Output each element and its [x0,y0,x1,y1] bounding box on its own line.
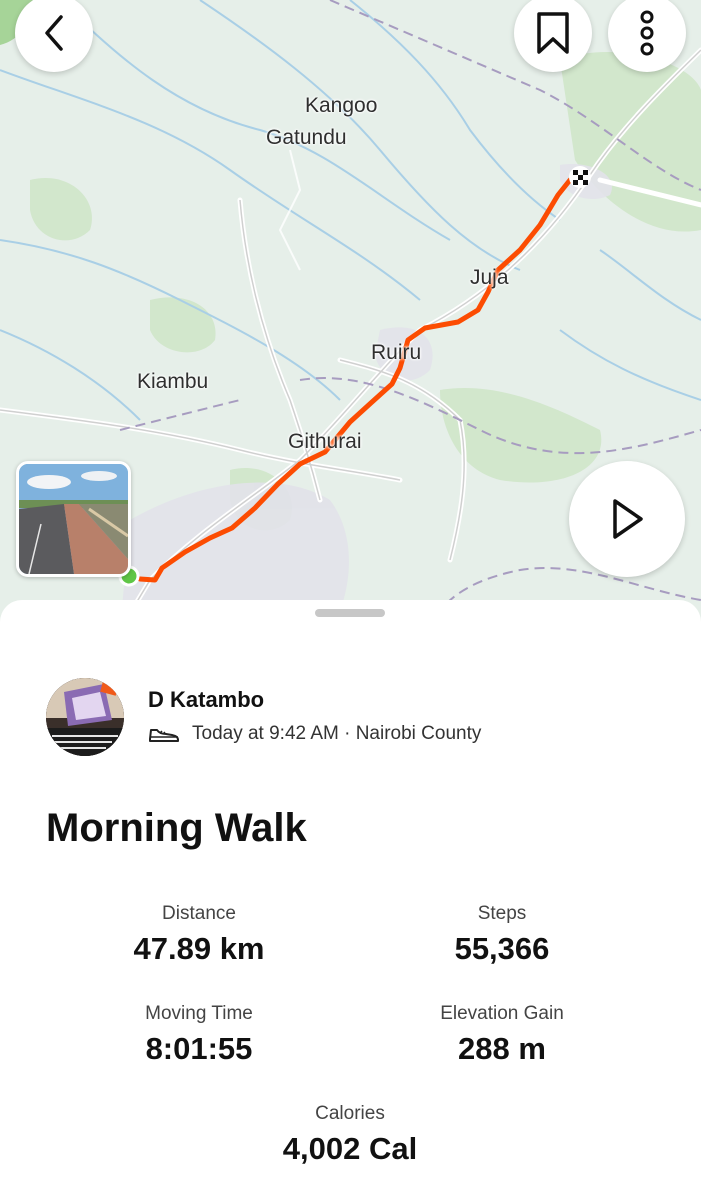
stat-value: 4,002 Cal [282,1131,418,1166]
activity-meta: Today at 9:42 AM · Nairobi County [148,723,481,745]
activity-timestamp-location: Today at 9:42 AM · Nairobi County [192,723,482,744]
sheet-grabber-handle[interactable] [315,609,385,617]
stat-elevation-gain: Elevation Gain 288 m [352,1003,652,1067]
route-map[interactable]: Kangoo Gatundu Juja Ruiru Kiambu Githura… [0,0,701,630]
stat-label: Moving Time [145,1003,253,1024]
stat-calories: Calories 4,002 Cal [200,1103,500,1167]
map-label-ruiru: Ruiru [371,341,422,364]
finish-flag-icon [569,166,591,188]
activity-details-sheet: D Katambo Today at 9:42 AM · Nairobi Cou… [0,600,701,1200]
stat-value: 288 m [458,1031,546,1066]
stat-value: 55,366 [454,931,550,966]
stat-label: Steps [477,903,527,924]
avatar-image [46,678,124,756]
map-label-kangoo: Kangoo [305,94,378,117]
stat-distance: Distance 47.89 km [49,903,349,967]
stat-moving-time: Moving Time 8:01:55 [49,1003,349,1067]
play-icon [613,499,643,539]
map-label-kiambu: Kiambu [137,370,209,393]
stat-steps: Steps 55,366 [352,903,652,967]
stat-label: Elevation Gain [440,1003,564,1024]
more-vertical-icon [640,10,654,56]
stat-value: 47.89 km [133,931,265,966]
stat-label: Distance [162,903,236,924]
map-label-juja: Juja [470,266,509,289]
bookmark-icon [537,12,569,54]
activity-photo-thumbnail[interactable] [16,461,131,577]
shoe-icon [149,729,179,742]
map-label-gatundu: Gatundu [266,126,347,149]
avatar[interactable] [46,678,124,756]
road-photo [19,464,128,574]
chevron-left-icon [45,15,63,51]
stat-label: Calories [315,1103,385,1124]
play-flyover-button[interactable] [569,461,685,577]
athlete-name[interactable]: D Katambo [148,687,264,713]
activity-title: Morning Walk [46,806,307,850]
map-label-githurai: Githurai [288,430,362,453]
stat-value: 8:01:55 [145,1031,253,1066]
